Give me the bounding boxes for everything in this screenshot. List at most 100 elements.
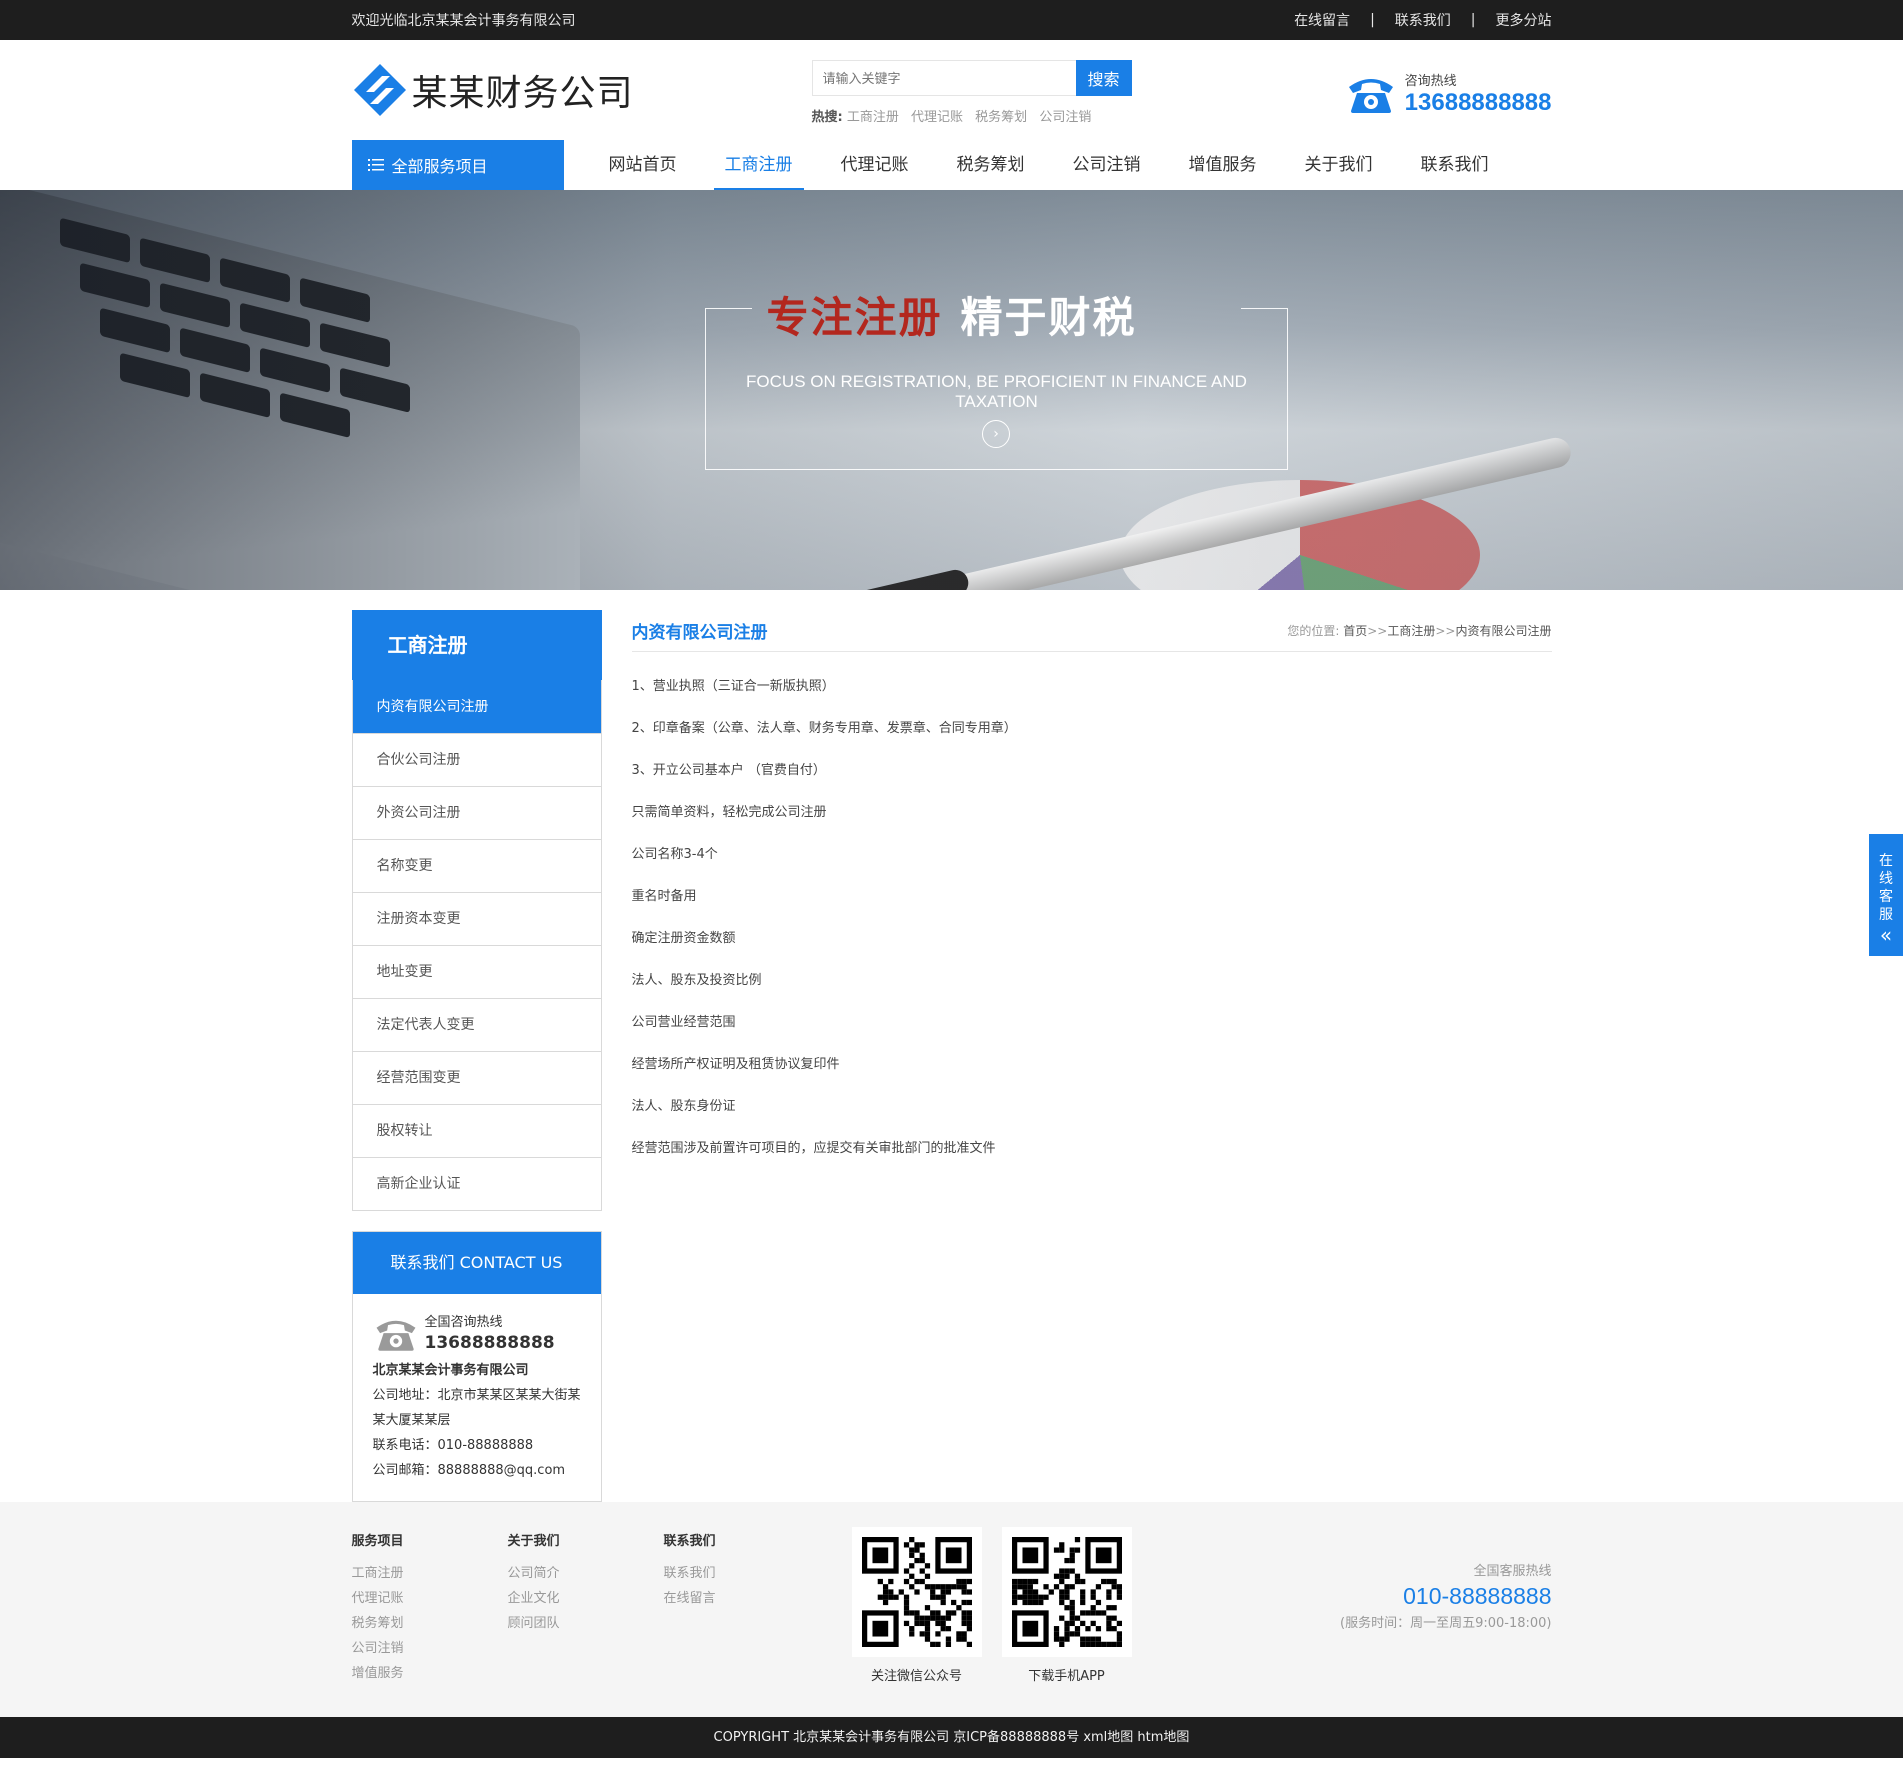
footer-link[interactable]: 工商注册 xyxy=(352,1561,404,1586)
breadcrumb-separator: >> xyxy=(1435,624,1456,638)
service-label: 全国客服热线 xyxy=(1473,1564,1552,1579)
footer-link[interactable]: 在线留言 xyxy=(664,1586,716,1611)
hotline-label: 咨询热线 xyxy=(1404,74,1457,89)
footer-link[interactable]: 联系我们 xyxy=(664,1561,716,1586)
sidebar-item[interactable]: 经营范围变更 xyxy=(352,1051,601,1104)
article-paragraph: 经营范围涉及前置许可项目的，应提交有关审批部门的批准文件 xyxy=(631,1141,996,1156)
nav-item[interactable]: 网站首页 xyxy=(598,140,688,190)
logo[interactable]: 某某财务公司 xyxy=(352,62,634,118)
header: 某某财务公司 搜索 热搜: 工商注册 代理记账 税务筹划 公司注销 xyxy=(0,40,1903,140)
nav-item[interactable]: 代理记账 xyxy=(830,140,920,190)
sidebar-list: 内资有限公司注册 合伙公司注册 外资公司注册 名称变更 注册资本变更 地址变更 法定代表人变… xyxy=(351,680,602,1211)
article-paragraph: 2、印章备案（公章、法人章、财务专用章、发票章、合同专用章） xyxy=(631,721,1017,736)
nav-item[interactable]: 工商注册 xyxy=(713,140,804,190)
article-paragraph: 确定注册资金数额 xyxy=(631,931,736,946)
article-body: 1、营业执照（三证合一新版执照） 2、印章备案（公章、法人章、财务专用章、发票章、… xyxy=(632,652,1552,1170)
footer-link[interactable]: 顾问团队 xyxy=(508,1611,560,1636)
double-chevron-left-icon: « xyxy=(1879,923,1893,947)
qr-wechat: 关注微信公众号 xyxy=(851,1527,982,1684)
header-hotline: 咨询热线 13688888888 xyxy=(1345,70,1552,117)
hot-word[interactable]: 公司注销 xyxy=(1039,110,1091,125)
service-number: 010-88888888 xyxy=(1403,1583,1552,1609)
search-button[interactable]: 搜索 xyxy=(1075,60,1132,96)
article-paragraph: 公司营业经营范围 xyxy=(631,1015,736,1030)
welcome-text: 欢迎光临北京某某会计事务有限公司 xyxy=(351,13,576,29)
footer-link[interactable]: 代理记账 xyxy=(352,1586,404,1611)
search-input[interactable] xyxy=(811,60,1076,96)
search-area: 搜索 热搜: 工商注册 代理记账 税务筹划 公司注销 xyxy=(811,60,1132,125)
footer-col-contact: 联系我们 联系我们 在线留言 xyxy=(664,1530,716,1611)
online-service-char: 服 xyxy=(1879,907,1893,923)
chevron-right-icon[interactable]: › xyxy=(982,420,1010,448)
online-service-tab[interactable]: 在 线 客 服 « xyxy=(1869,834,1903,956)
nav-item[interactable]: 税务筹划 xyxy=(946,140,1036,190)
footer-link[interactable]: 增值服务 xyxy=(352,1661,404,1686)
hot-word[interactable]: 工商注册 xyxy=(847,110,899,125)
sidebar-item[interactable]: 内资有限公司注册 xyxy=(352,680,601,733)
nav-items: 网站首页 工商注册 代理记账 税务筹划 公司注销 增值服务 关于我们 联系我们 xyxy=(598,140,1526,190)
hot-word[interactable]: 税务筹划 xyxy=(975,110,1027,125)
footer-col-title: 关于我们 xyxy=(507,1534,560,1549)
nav-item[interactable]: 增值服务 xyxy=(1178,140,1268,190)
footer-link[interactable]: 公司注销 xyxy=(352,1636,404,1661)
article-paragraph: 重名时备用 xyxy=(631,889,697,904)
breadcrumb-current[interactable]: 内资有限公司注册 xyxy=(1455,624,1551,638)
article-paragraph: 法人、股东身份证 xyxy=(631,1099,736,1114)
online-service-char: 客 xyxy=(1879,889,1893,905)
footer-col-about: 关于我们 公司简介 企业文化 顾问团队 xyxy=(508,1530,560,1636)
banner-slogan: 专注注册 精于财税 xyxy=(0,284,1903,345)
sidebar-item[interactable]: 名称变更 xyxy=(352,839,601,892)
footer-link[interactable]: 公司简介 xyxy=(508,1561,560,1586)
contact-phone: 联系电话：010-88888888 xyxy=(372,1438,534,1453)
sidebar-item[interactable]: 合伙公司注册 xyxy=(352,733,601,786)
breadcrumb-home[interactable]: 首页 xyxy=(1343,624,1367,638)
hot-searches: 热搜: 工商注册 代理记账 税务筹划 公司注销 xyxy=(812,106,1132,125)
footer-col-title: 联系我们 xyxy=(663,1534,716,1549)
footer-service-hotline: 全国客服热线 010-88888888 (服务时间：周一至周五9:00-18:0… xyxy=(1340,1560,1552,1631)
online-service-char: 在 xyxy=(1879,853,1893,869)
sidebar-item[interactable]: 股权转让 xyxy=(352,1104,601,1157)
contact-address: 公司地址：北京市某某区某某大街某某大厦某某层 xyxy=(372,1388,581,1428)
breadcrumb: 您的位置: 首页>>工商注册>>内资有限公司注册 xyxy=(1287,622,1551,639)
hot-word[interactable]: 代理记账 xyxy=(911,110,963,125)
qr-label: 关注微信公众号 xyxy=(870,1669,962,1684)
sidebar-item[interactable]: 高新企业认证 xyxy=(352,1157,601,1210)
top-link-separator: | xyxy=(1370,12,1375,28)
sidebar-title: 工商注册 xyxy=(351,610,602,680)
sidebar: 工商注册 内资有限公司注册 合伙公司注册 外资公司注册 名称变更 注册资本变更 地址变更法… xyxy=(351,610,602,1502)
article-paragraph: 公司名称3-4个 xyxy=(631,847,718,862)
content-area: 内资有限公司注册 您的位置: 首页>>工商注册>>内资有限公司注册 1、营业执照… xyxy=(631,610,1552,1502)
contact-hotline-number: 13688888888 xyxy=(424,1333,555,1353)
nav-item[interactable]: 关于我们 xyxy=(1294,140,1384,190)
list-icon xyxy=(367,159,384,171)
telephone-icon xyxy=(1348,78,1393,113)
qr-code-icon xyxy=(851,1527,982,1657)
content-header: 内资有限公司注册 您的位置: 首页>>工商注册>>内资有限公司注册 xyxy=(631,610,1552,652)
online-service-char: 线 xyxy=(1879,871,1893,887)
page-title: 内资有限公司注册 xyxy=(631,623,768,643)
hero-banner: 专注注册 精于财税 FOCUS ON REGISTRATION, BE PROFI… xyxy=(0,190,1903,590)
breadcrumb-section[interactable]: 工商注册 xyxy=(1387,624,1435,638)
nav-item[interactable]: 公司注销 xyxy=(1062,140,1152,190)
all-services-button[interactable]: 全部服务项目 xyxy=(351,140,564,190)
hot-label: 热搜: xyxy=(811,110,843,125)
footer-link[interactable]: 税务筹划 xyxy=(352,1611,404,1636)
telephone-icon xyxy=(376,1320,415,1351)
top-bar: 欢迎光临北京某某会计事务有限公司 在线留言 | 联系我们 | 更多分站 xyxy=(0,0,1903,40)
sidebar-item[interactable]: 法定代表人变更 xyxy=(352,998,601,1051)
article-paragraph: 只需简单资料，轻松完成公司注册 xyxy=(631,805,827,820)
footer: 服务项目 工商注册 代理记账 税务筹划 公司注销 增值服务 关于我们 公司简介 … xyxy=(0,1502,1903,1717)
slogan-red: 专注注册 xyxy=(766,293,943,342)
main-nav: 全部服务项目 网站首页 工商注册 代理记账 税务筹划 公司注销 增值服务 关于我们 联系我们 xyxy=(0,140,1903,190)
top-link-branches[interactable]: 更多分站 xyxy=(1496,10,1552,30)
top-link-separator: | xyxy=(1470,12,1476,28)
footer-col-title: 服务项目 xyxy=(351,1534,404,1549)
sidebar-item[interactable]: 注册资本变更 xyxy=(352,892,601,945)
sidebar-item[interactable]: 外资公司注册 xyxy=(352,786,601,839)
nav-item[interactable]: 联系我们 xyxy=(1410,140,1500,190)
sidebar-item[interactable]: 地址变更 xyxy=(352,945,601,998)
top-link-message[interactable]: 在线留言 xyxy=(1294,10,1350,30)
footer-col-services: 服务项目 工商注册 代理记账 税务筹划 公司注销 增值服务 xyxy=(352,1530,404,1686)
top-link-contact[interactable]: 联系我们 xyxy=(1395,10,1451,30)
footer-link[interactable]: 企业文化 xyxy=(508,1586,560,1611)
